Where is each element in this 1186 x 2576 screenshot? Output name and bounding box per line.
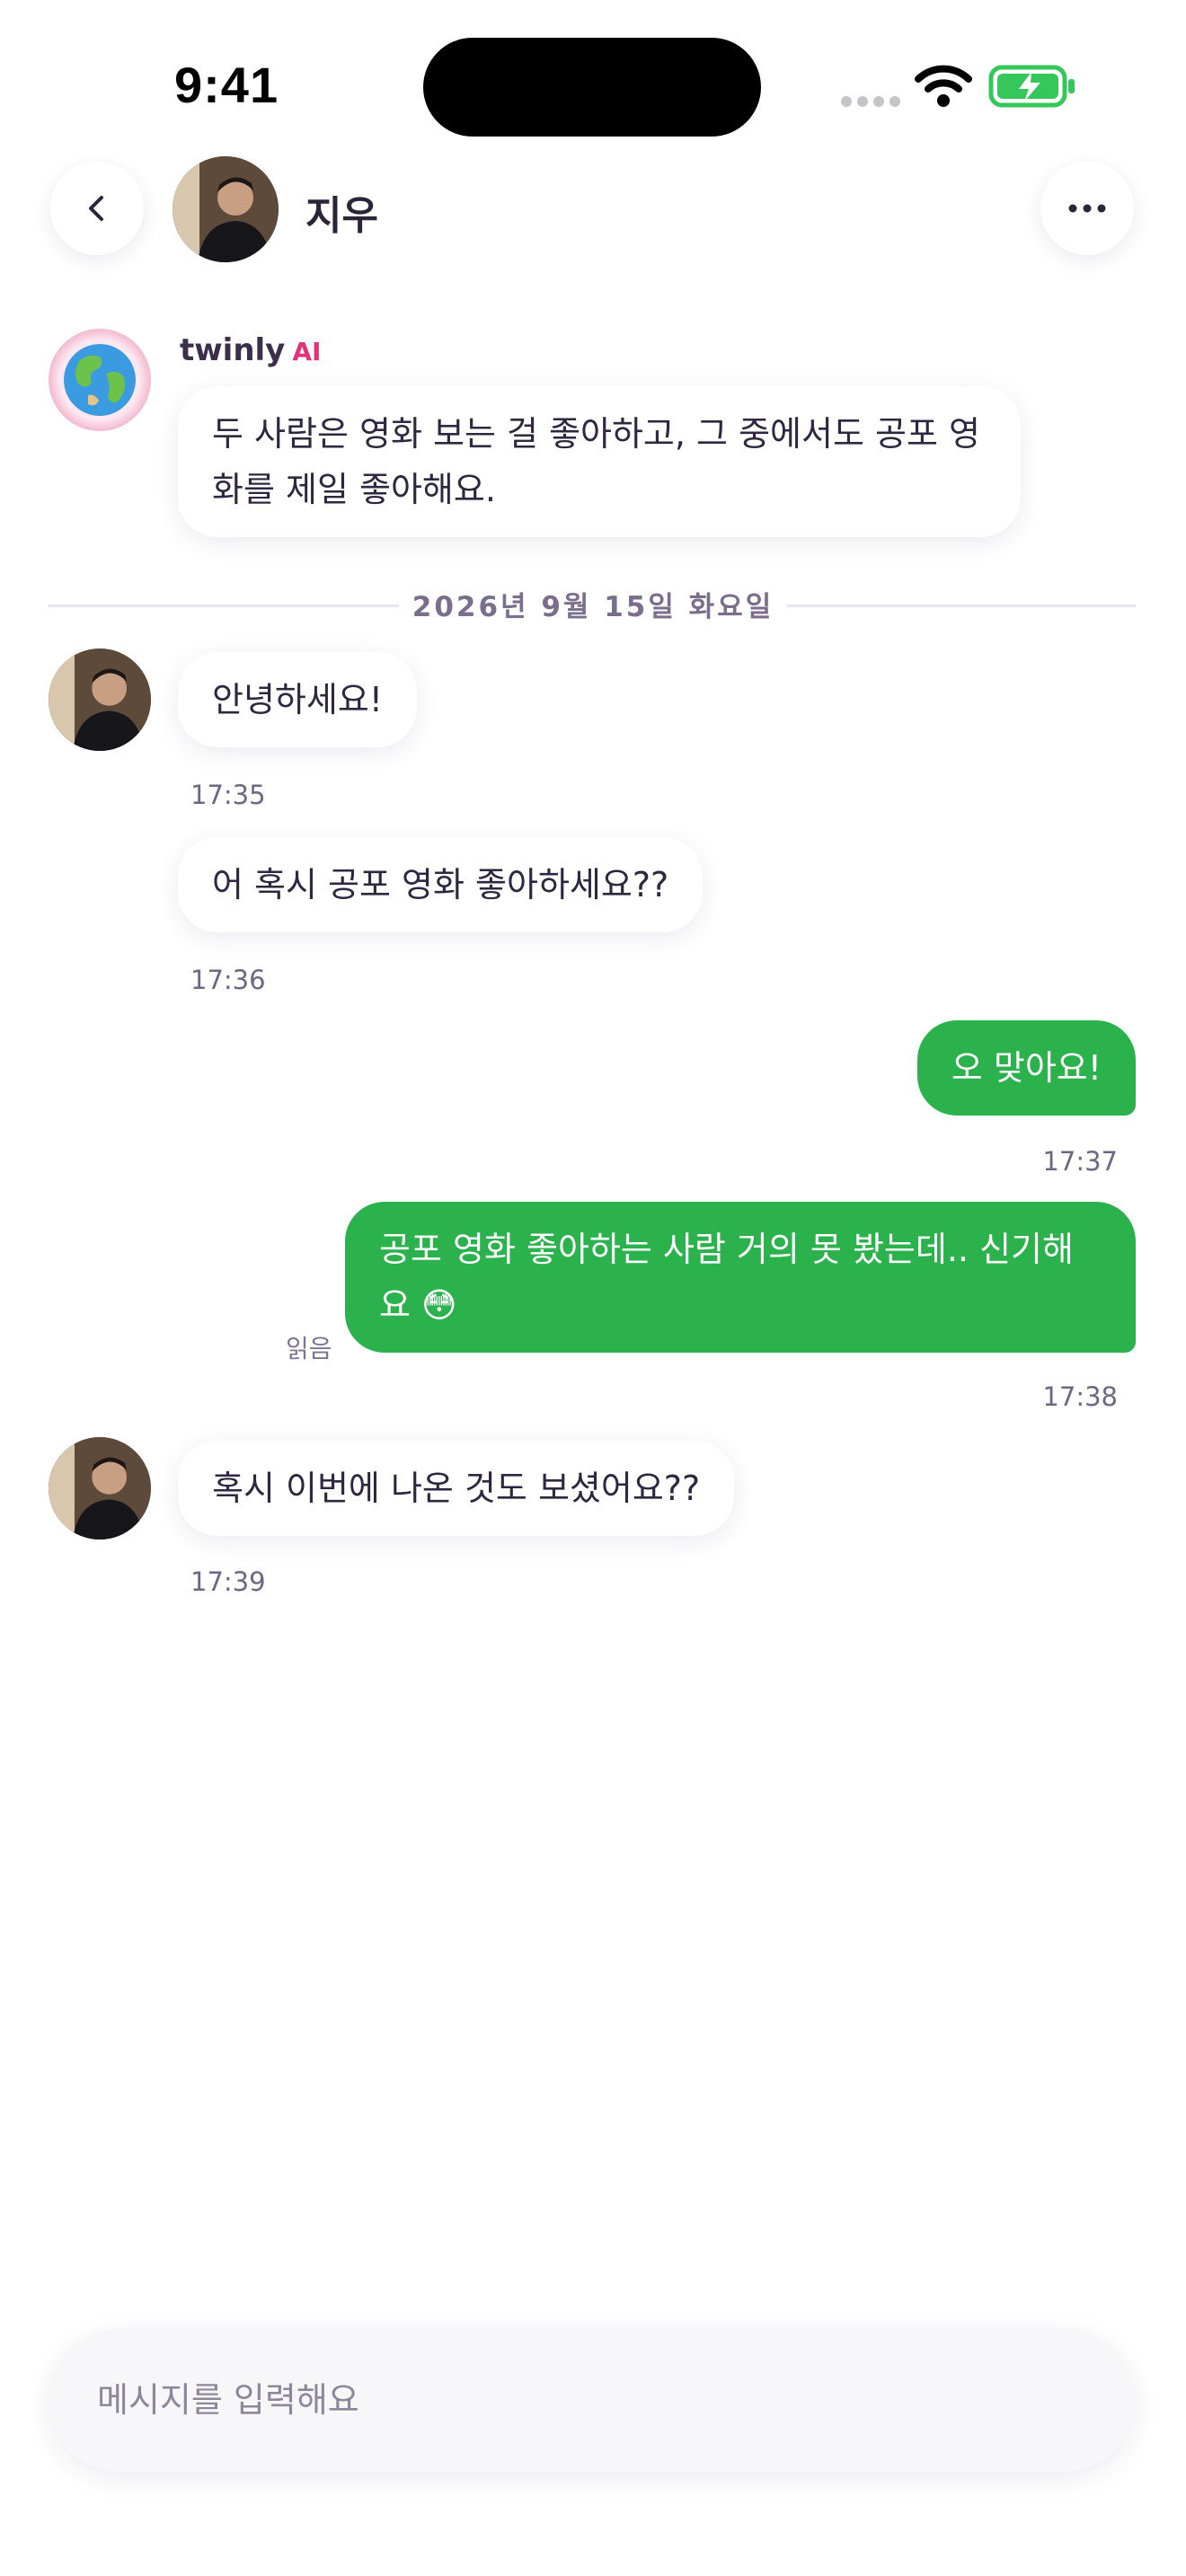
wifi-icon (915, 65, 972, 107)
battery-charging-icon (988, 65, 1075, 108)
outgoing-message-bubble: 오 맞아요! (916, 1020, 1136, 1116)
back-chevron-icon (89, 196, 103, 221)
ai-sender-label: twinly AI (180, 332, 321, 368)
globe-icon (64, 344, 136, 416)
ai-sender-name: twinly (180, 332, 286, 368)
sender-avatar[interactable] (49, 1437, 151, 1539)
more-dots-icon (1068, 204, 1106, 213)
status-time: 9:41 (174, 57, 279, 113)
ai-avatar (49, 329, 151, 431)
date-divider: 2026년 9월 15일 화요일 (412, 591, 774, 623)
message-time: 17:39 (190, 1566, 266, 1597)
message-time: 17:38 (1042, 1381, 1118, 1412)
incoming-message-bubble: 혹시 이번에 나온 것도 보셨어요?? (178, 1441, 735, 1536)
read-receipt: 읽음 (286, 1334, 332, 1363)
ai-summary-bubble: 두 사람은 영화 보는 걸 좋아하고, 그 중에서도 공포 영화를 제일 좋아해… (178, 386, 1021, 537)
outgoing-message-bubble: 공포 영화 좋아하는 사람 거의 못 봤는데.. 신기해요 😳 (345, 1202, 1136, 1353)
cellular-signal-icon (841, 93, 906, 110)
message-composer[interactable] (49, 2328, 1136, 2472)
message-time: 17:36 (190, 965, 266, 995)
ai-badge: AI (292, 337, 322, 366)
message-input[interactable] (95, 2379, 1087, 2421)
back-button[interactable] (50, 162, 144, 255)
incoming-message-bubble: 안녕하세요! (178, 652, 418, 747)
contact-name: 지우 (305, 193, 378, 239)
sender-avatar[interactable] (49, 648, 151, 751)
divider-line-right (787, 604, 1136, 607)
incoming-message-bubble: 어 혹시 공포 영화 좋아하세요?? (178, 837, 704, 932)
message-time: 17:35 (190, 780, 266, 810)
contact-avatar[interactable] (173, 156, 279, 262)
dynamic-island (423, 38, 761, 137)
more-options-button[interactable] (1040, 162, 1134, 255)
message-time: 17:37 (1042, 1146, 1118, 1177)
divider-line-left (49, 604, 399, 607)
